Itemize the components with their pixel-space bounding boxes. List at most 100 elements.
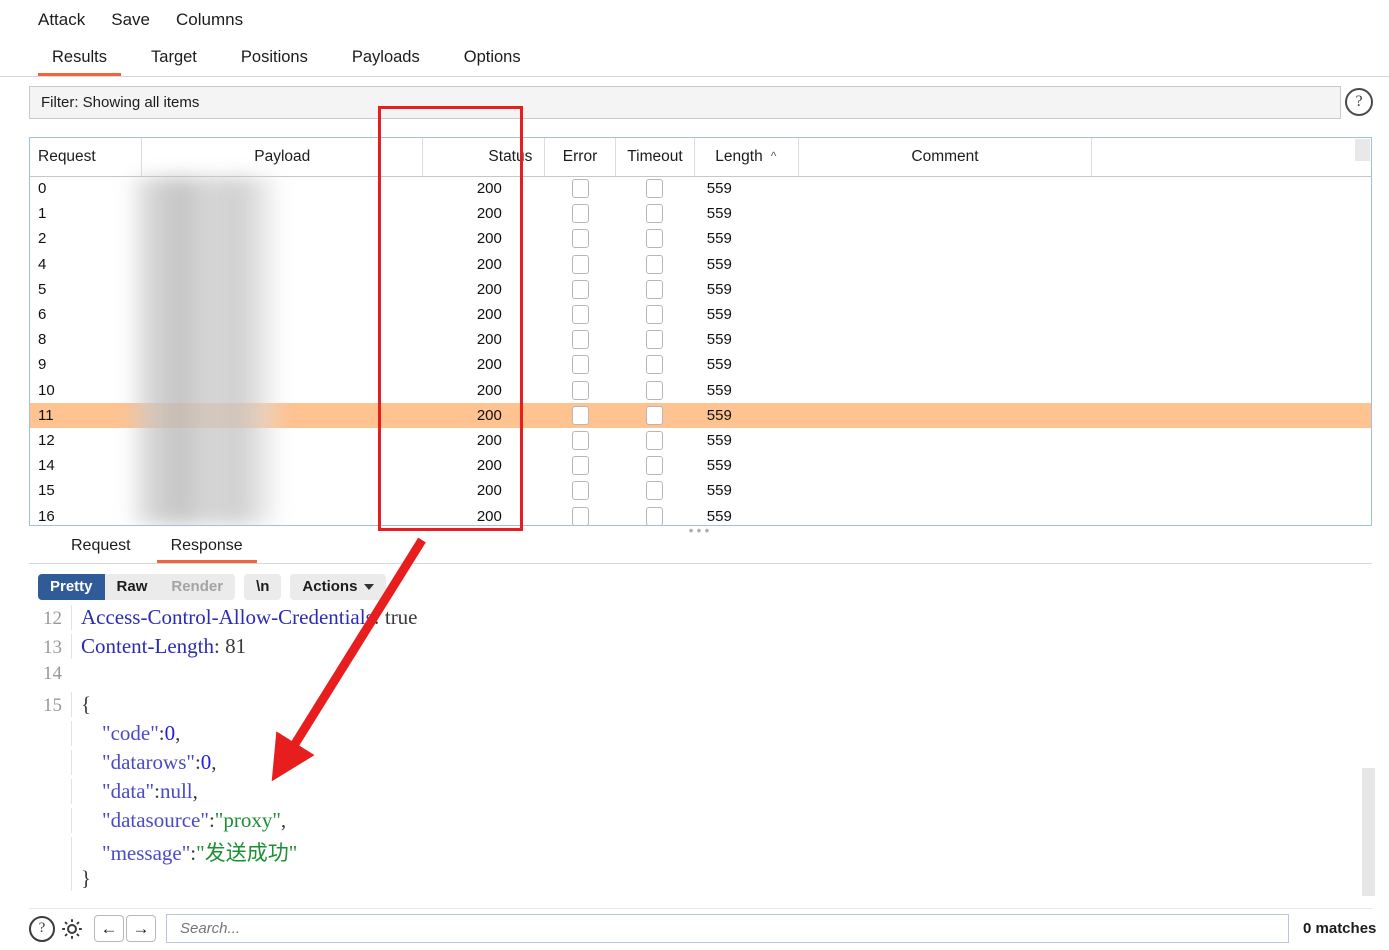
error-checkbox[interactable] (571, 179, 589, 199)
cell-status: 200 (476, 381, 502, 399)
table-row[interactable]: 0 200 559 (30, 176, 1371, 201)
cell-spacer (1092, 453, 1371, 478)
code-token: true (384, 605, 418, 629)
error-checkbox[interactable] (571, 380, 589, 400)
menu-item-attack[interactable]: Attack (38, 10, 85, 30)
arrow-left-icon[interactable]: ← (94, 915, 124, 942)
error-checkbox[interactable] (571, 355, 589, 375)
cell-error (545, 302, 615, 327)
menu-item-columns[interactable]: Columns (176, 10, 243, 30)
question-mark-icon[interactable]: ? (29, 915, 55, 942)
menu-item-save[interactable]: Save (111, 10, 150, 30)
code-token: "datasource" (81, 808, 209, 832)
line-number: 12 (43, 608, 62, 629)
arrow-right-icon[interactable]: → (126, 915, 156, 942)
code-token: 0 (200, 750, 212, 774)
timeout-checkbox[interactable] (646, 330, 664, 350)
table-row[interactable]: 2 200 559 (30, 226, 1371, 251)
cell-timeout (615, 201, 695, 226)
error-checkbox[interactable] (571, 481, 589, 501)
raw-button[interactable]: Raw (105, 574, 160, 600)
table-row[interactable]: 14 200 559 (30, 453, 1371, 478)
timeout-checkbox[interactable] (646, 229, 664, 249)
timeout-checkbox[interactable] (646, 405, 664, 425)
timeout-checkbox[interactable] (646, 279, 664, 299)
cell-comment (798, 478, 1092, 503)
search-input[interactable] (178, 919, 1288, 938)
timeout-checkbox[interactable] (646, 254, 664, 274)
timeout-checkbox[interactable] (646, 179, 664, 199)
timeout-checkbox[interactable] (646, 305, 664, 325)
cell-error (545, 252, 615, 277)
error-checkbox[interactable] (571, 456, 589, 476)
table-row[interactable]: 6 200 559 (30, 302, 1371, 327)
cell-comment (798, 302, 1092, 327)
cell-comment (798, 226, 1092, 251)
burp-intruder-attack-window: Attack Save Columns Results Target Posit… (0, 0, 1389, 950)
chevron-down-icon (364, 583, 375, 590)
tab-payloads[interactable]: Payloads (330, 48, 442, 76)
newline-toggle-button[interactable]: \n (244, 574, 282, 600)
error-checkbox[interactable] (571, 204, 589, 224)
table-row[interactable]: 8 200 559 (30, 327, 1371, 352)
render-button: Render (171, 578, 224, 595)
tab-positions[interactable]: Positions (219, 48, 330, 76)
timeout-checkbox[interactable] (646, 481, 664, 501)
tab-options[interactable]: Options (442, 48, 543, 76)
cell-length: 559 (706, 180, 732, 198)
error-checkbox[interactable] (571, 279, 589, 299)
table-row[interactable]: 11 200 559 (30, 402, 1371, 428)
filter-bar[interactable]: Filter: Showing all items (29, 86, 1341, 119)
cell-spacer (1092, 201, 1371, 226)
error-checkbox[interactable] (571, 430, 589, 450)
table-row[interactable]: 15 200 559 (30, 478, 1371, 503)
tab-response[interactable]: Response (151, 537, 263, 563)
cell-request: 0 (38, 180, 47, 198)
cell-status: 200 (476, 306, 502, 324)
table-row[interactable]: 1 200 559 (30, 201, 1371, 226)
pretty-button[interactable]: Pretty (38, 574, 105, 600)
table-row[interactable]: 9 200 559 (30, 352, 1371, 377)
error-checkbox[interactable] (571, 506, 589, 525)
tab-target[interactable]: Target (129, 48, 219, 76)
column-header-status[interactable]: Status (422, 138, 546, 177)
question-mark-icon[interactable]: ? (1345, 88, 1373, 116)
tab-request[interactable]: Request (51, 537, 151, 563)
table-vertical-scrollbar[interactable] (1355, 139, 1370, 161)
cell-request: 8 (38, 331, 47, 349)
error-checkbox[interactable] (571, 405, 589, 425)
table-row[interactable]: 12 200 559 (30, 428, 1371, 453)
timeout-checkbox[interactable] (646, 430, 664, 450)
table-row[interactable]: 10 200 559 (30, 378, 1371, 403)
cell-timeout (615, 453, 695, 478)
cell-timeout (615, 327, 695, 352)
column-header-payload[interactable]: Payload (141, 138, 424, 177)
timeout-checkbox[interactable] (646, 456, 664, 476)
response-vertical-scrollbar[interactable] (1362, 768, 1375, 896)
response-body-viewer[interactable]: 12 Access-Control-Allow-Credentials: true… (29, 605, 1372, 905)
column-header-length[interactable]: Length ^ (694, 138, 799, 177)
table-row[interactable]: 5 200 559 (30, 277, 1371, 302)
column-header-request[interactable]: Request (30, 138, 143, 177)
actions-button[interactable]: Actions (290, 574, 387, 600)
column-header-error[interactable]: Error (544, 138, 616, 177)
response-line: "datarows":0, (29, 750, 1372, 779)
search-input-wrapper[interactable] (166, 914, 1289, 943)
cell-payload (142, 352, 423, 377)
error-checkbox[interactable] (571, 305, 589, 325)
tab-results[interactable]: Results (30, 48, 129, 76)
error-checkbox[interactable] (571, 330, 589, 350)
gear-icon[interactable] (58, 915, 86, 943)
cell-error (545, 277, 615, 302)
error-checkbox[interactable] (571, 254, 589, 274)
timeout-checkbox[interactable] (646, 506, 664, 525)
table-row[interactable]: 4 200 559 (30, 252, 1371, 277)
cell-spacer (1092, 503, 1371, 525)
timeout-checkbox[interactable] (646, 355, 664, 375)
column-header-timeout[interactable]: Timeout (615, 138, 696, 177)
timeout-checkbox[interactable] (646, 204, 664, 224)
timeout-checkbox[interactable] (646, 380, 664, 400)
error-checkbox[interactable] (571, 229, 589, 249)
column-header-comment[interactable]: Comment (798, 138, 1093, 177)
cell-error (545, 176, 615, 201)
